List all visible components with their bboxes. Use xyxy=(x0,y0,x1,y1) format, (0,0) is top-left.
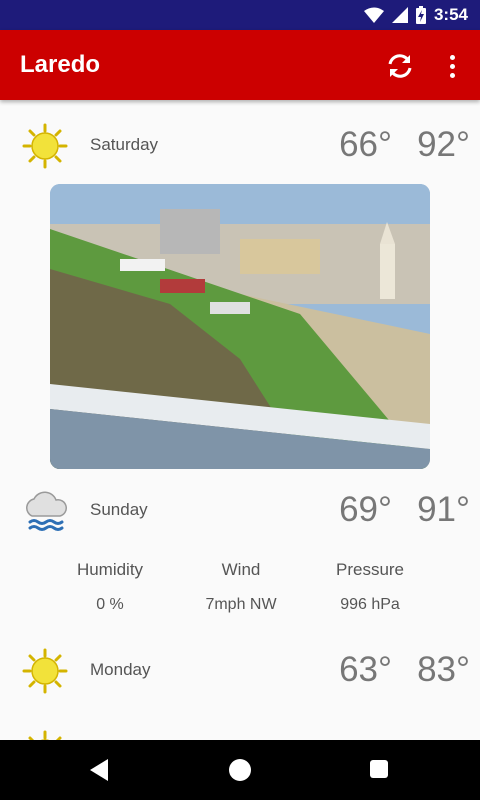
navigation-bar xyxy=(0,740,480,800)
pressure-detail: Pressure 996 hPa xyxy=(290,560,450,614)
weather-details: Humidity 0 % Wind 7mph NW Pressure 996 h… xyxy=(0,560,480,630)
sunny-icon xyxy=(22,648,68,694)
location-photo xyxy=(50,184,430,469)
recents-icon[interactable] xyxy=(370,760,388,778)
refresh-button[interactable] xyxy=(384,50,416,82)
day-name: Monday xyxy=(90,660,151,679)
app-title: Laredo xyxy=(20,51,101,78)
forecast-row-monday[interactable]: Monday 63° 83° xyxy=(0,640,480,700)
app-bar: Laredo xyxy=(0,30,480,100)
temp-low: 66° xyxy=(339,125,392,164)
day-name: Saturday xyxy=(90,135,159,154)
day-name: Sunday xyxy=(90,500,148,519)
status-icons: 3:54 xyxy=(363,5,468,25)
rain-cloud-icon xyxy=(26,491,67,531)
battery-charging-icon xyxy=(415,6,426,24)
temp-high: 83° xyxy=(417,650,470,689)
signal-icon xyxy=(391,7,408,23)
city-photo-image xyxy=(50,184,430,469)
more-options-button[interactable] xyxy=(440,50,464,82)
status-time: 3:54 xyxy=(433,5,468,24)
forecast-row-saturday[interactable]: Saturday 66° 92° xyxy=(0,115,480,175)
wifi-icon xyxy=(363,7,384,23)
status-bar: 3:54 xyxy=(0,0,480,30)
temp-high: 92° xyxy=(417,125,470,164)
refresh-icon xyxy=(388,54,412,78)
forecast-row-sunday[interactable]: Sunday 69° 91° xyxy=(0,480,480,540)
pressure-value: 996 hPa xyxy=(340,596,400,613)
sunny-icon xyxy=(22,123,68,169)
pressure-label: Pressure xyxy=(335,560,405,579)
temp-high: 91° xyxy=(417,490,470,529)
home-icon[interactable] xyxy=(229,759,251,781)
more-vert-icon xyxy=(449,54,455,60)
temp-low: 63° xyxy=(339,650,392,689)
back-icon[interactable] xyxy=(88,758,110,782)
temp-low: 69° xyxy=(339,490,392,529)
